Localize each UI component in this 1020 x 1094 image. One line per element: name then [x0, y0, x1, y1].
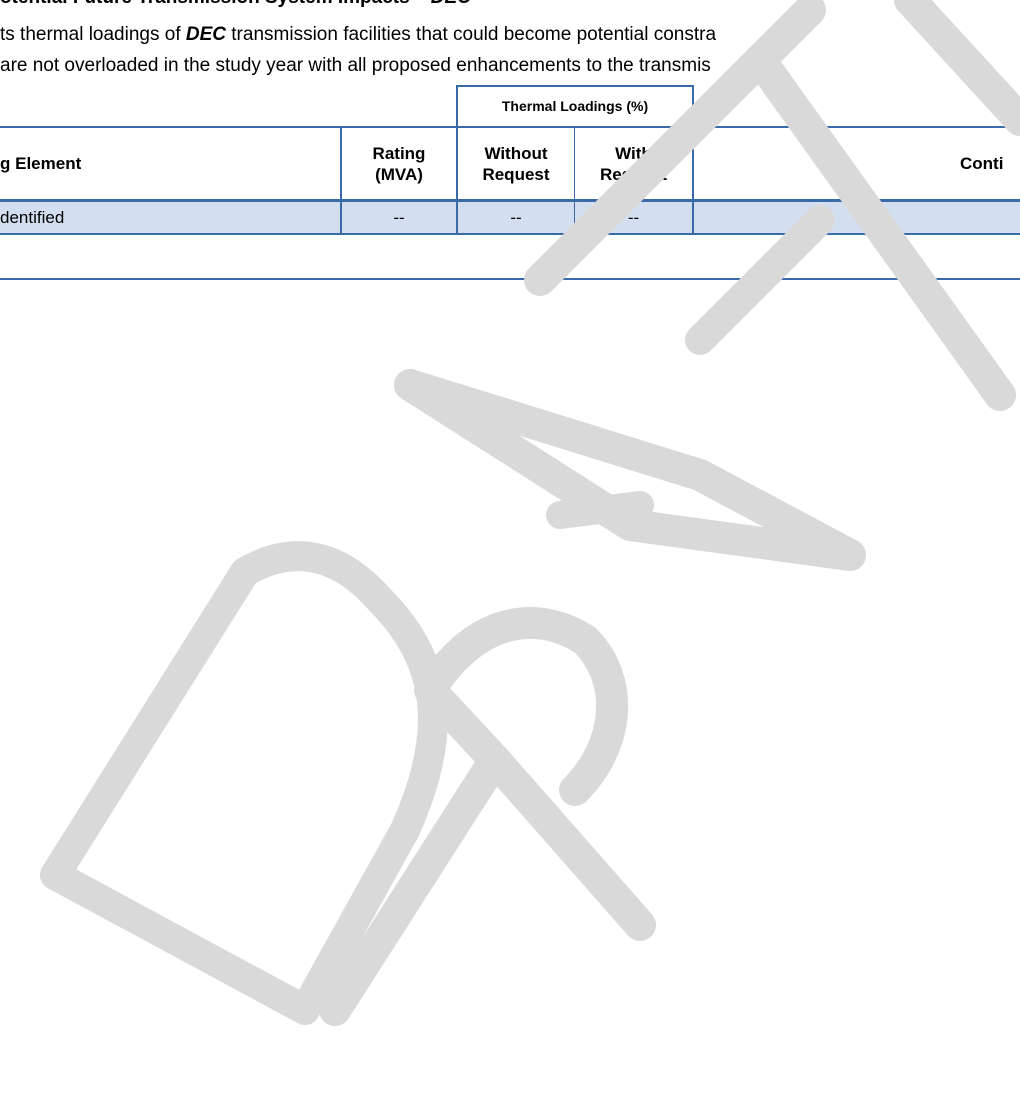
- table-row-contingency: [694, 202, 1020, 233]
- header-with-request: With Request: [599, 143, 668, 184]
- watermark-letter-a: [394, 369, 866, 571]
- group-header-thermal-loadings: Thermal Loadings (%): [501, 98, 649, 114]
- watermark-letter-r-bowl: [414, 606, 629, 806]
- watermark-letter-t: [744, 0, 1020, 136]
- paragraph-line-1: ts thermal loadings of DEC transmission …: [0, 24, 717, 45]
- watermark-letter-f-bar: [685, 205, 835, 355]
- table-row-rating: --: [393, 208, 405, 227]
- paragraph-line-2: are not overloaded in the study year wit…: [0, 55, 711, 76]
- watermark-letter-d: [40, 541, 448, 1025]
- table-row-without: --: [510, 208, 522, 227]
- watermark-letter-r: [319, 744, 656, 1026]
- header-element: g Element: [0, 154, 82, 173]
- header-contingency: Conti: [960, 154, 1004, 173]
- section-heading: otential Future Transmission System Impa…: [0, 0, 471, 9]
- watermark-letter-a-right: [394, 369, 866, 571]
- watermark-letter-a-crossbar: [546, 491, 654, 529]
- header-without-request: Without Request: [482, 143, 550, 184]
- table-row-element: dentified: [0, 208, 65, 227]
- header-rating: Rating (MVA): [372, 143, 426, 184]
- table-row-with: --: [627, 208, 640, 227]
